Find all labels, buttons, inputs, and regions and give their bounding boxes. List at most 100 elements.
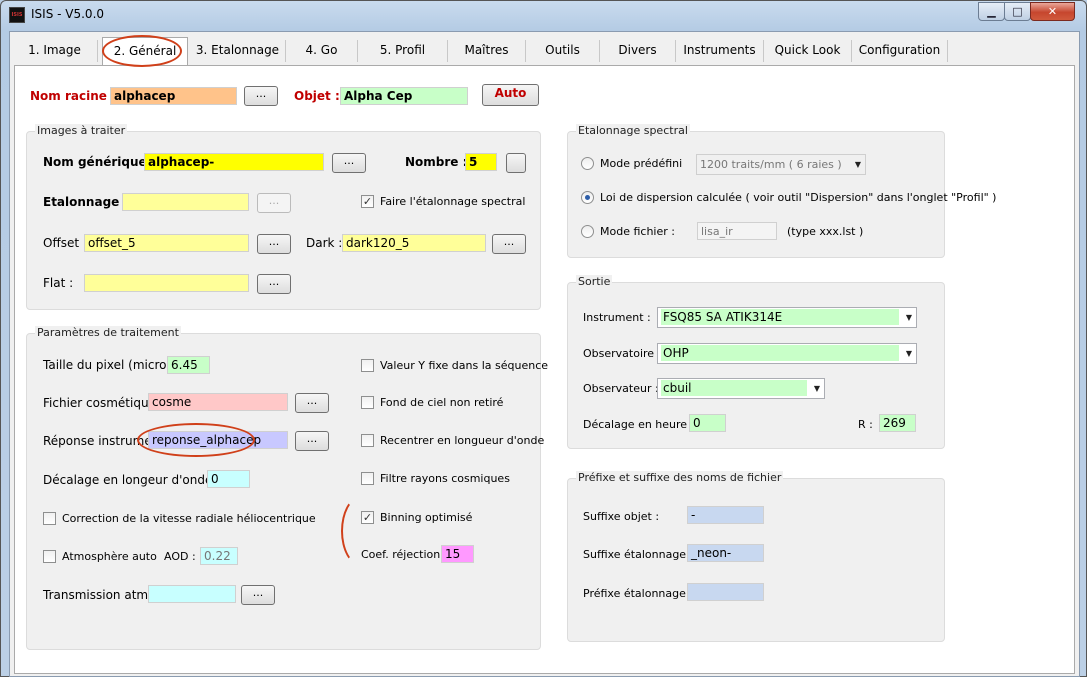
prefixe-etalonnage-label: Préfixe étalonnage : <box>583 587 694 600</box>
valeur-y-checkbox[interactable] <box>361 359 374 372</box>
type-hint-label: (type xxx.lst ) <box>787 225 864 238</box>
transmission-browse-button[interactable]: ... <box>241 585 275 605</box>
binning-label: Binning optimisé <box>380 511 473 524</box>
title-bar: ISIS ISIS - V5.0.0 ▁ □ ✕ <box>1 1 1086 29</box>
observateur-label: Observateur : <box>583 382 659 395</box>
tab-instruments[interactable]: Instruments <box>676 40 764 62</box>
decalage-heure-field[interactable]: 0 <box>689 414 726 432</box>
tab-quick-look[interactable]: Quick Look <box>764 40 852 62</box>
flat-label: Flat : <box>43 276 74 290</box>
fond-ciel-label: Fond de ciel non retiré <box>380 396 504 409</box>
observatoire-select[interactable]: OHP ▼ <box>657 343 917 364</box>
etalonnage-browse-button[interactable]: ... <box>257 193 291 213</box>
decalage-heure-label: Décalage en heure : <box>583 418 695 431</box>
observatoire-label: Observatoire : <box>583 347 662 360</box>
tab-profil[interactable]: 5. Profil <box>358 40 448 62</box>
nombre-button[interactable] <box>506 153 526 173</box>
general-tab-panel: Nom racine : alphacep ... Objet : Alpha … <box>14 65 1075 674</box>
dark-browse-button[interactable]: ... <box>492 234 526 254</box>
faire-etalonnage-label: Faire l'étalonnage spectral <box>380 195 526 208</box>
observatoire-value: OHP <box>661 345 899 361</box>
tab-outils[interactable]: Outils <box>526 40 600 62</box>
mode-fichier-radio[interactable] <box>581 225 594 238</box>
transmission-field[interactable] <box>148 585 236 603</box>
etalonnage-spectral-title: Etalonnage spectral <box>576 124 690 137</box>
tab-etalonnage[interactable]: 3. Etalonnage <box>190 40 286 62</box>
recentrer-checkbox[interactable] <box>361 434 374 447</box>
params-group-title: Paramètres de traitement <box>35 326 181 339</box>
tab-image[interactable]: 1. Image <box>12 40 98 62</box>
loi-dispersion-radio[interactable] <box>581 191 594 204</box>
app-window: ISIS ISIS - V5.0.0 ▁ □ ✕ 1. Image 2. Gén… <box>0 0 1087 677</box>
fond-ciel-checkbox[interactable] <box>361 396 374 409</box>
r-label: R : <box>858 418 873 431</box>
filtre-cosmiques-label: Filtre rayons cosmiques <box>380 472 510 485</box>
mode-predefini-label: Mode prédéfini <box>600 157 683 170</box>
cosmetique-label: Fichier cosmétique : <box>43 396 164 410</box>
atmosphere-checkbox[interactable] <box>43 550 56 563</box>
pixel-size-field[interactable]: 6.45 <box>167 356 210 374</box>
cosmetique-field[interactable]: cosme <box>148 393 288 411</box>
reponse-browse-button[interactable]: ... <box>295 431 329 451</box>
minimize-button[interactable]: ▁ <box>978 2 1005 21</box>
r-field[interactable]: 269 <box>879 414 916 432</box>
dark-label: Dark : <box>306 236 343 250</box>
objet-field[interactable]: Alpha Cep <box>340 87 468 105</box>
flat-field[interactable] <box>84 274 249 292</box>
mode-fichier-field[interactable]: lisa_ir <box>697 222 777 240</box>
suffixe-etalonnage-label: Suffixe étalonnage : <box>583 548 694 561</box>
sortie-group: Sortie Instrument : FSQ85 SA ATIK314E ▼ … <box>567 275 945 449</box>
params-group: Paramètres de traitement Taille du pixel… <box>26 326 548 650</box>
offset-label: Offset : <box>43 236 87 250</box>
auto-button[interactable]: Auto <box>482 84 539 106</box>
nom-racine-label: Nom racine : <box>30 89 116 103</box>
tab-divers[interactable]: Divers <box>600 40 676 62</box>
prefixe-suffixe-group: Préfixe et suffixe des noms de fichier S… <box>567 471 945 642</box>
coef-rejection-field[interactable]: 15 <box>441 545 474 563</box>
nombre-field[interactable]: 5 <box>465 153 497 171</box>
close-button[interactable]: ✕ <box>1030 2 1075 21</box>
maximize-button[interactable]: □ <box>1004 2 1031 21</box>
decalage-onde-field[interactable]: 0 <box>207 470 250 488</box>
offset-browse-button[interactable]: ... <box>257 234 291 254</box>
filtre-cosmiques-checkbox[interactable] <box>361 472 374 485</box>
prefixe-etalonnage-field[interactable] <box>687 583 764 601</box>
mode-predefini-select[interactable]: 1200 traits/mm ( 6 raies ) ▼ <box>696 154 866 175</box>
window-title: ISIS - V5.0.0 <box>31 7 105 21</box>
sortie-title: Sortie <box>576 275 613 288</box>
cosmetique-browse-button[interactable]: ... <box>295 393 329 413</box>
nombre-label: Nombre : <box>405 155 468 169</box>
tab-go[interactable]: 4. Go <box>286 40 358 62</box>
etalonnage-field[interactable] <box>122 193 249 211</box>
mode-predefini-radio[interactable] <box>581 157 594 170</box>
faire-etalonnage-checkbox[interactable]: ✓ <box>361 195 374 208</box>
images-group-title: Images à traiter <box>35 124 128 137</box>
instrument-select[interactable]: FSQ85 SA ATIK314E ▼ <box>657 307 917 328</box>
etalonnage-spectral-group: Etalonnage spectral Mode prédéfini 1200 … <box>567 124 996 258</box>
prefixe-suffixe-title: Préfixe et suffixe des noms de fichier <box>576 471 784 484</box>
offset-field[interactable]: offset_5 <box>84 234 249 252</box>
suffixe-etalonnage-field[interactable]: _neon- <box>687 544 764 562</box>
suffixe-objet-label: Suffixe objet : <box>583 510 660 523</box>
correction-checkbox[interactable] <box>43 512 56 525</box>
nom-racine-browse-button[interactable]: ... <box>244 86 278 106</box>
atmosphere-label: Atmosphère auto <box>62 550 157 563</box>
tab-configuration[interactable]: Configuration <box>852 40 948 62</box>
aod-field[interactable]: 0.22 <box>200 547 238 565</box>
nom-generique-browse-button[interactable]: ... <box>332 153 366 173</box>
etalonnage-label: Etalonnage : <box>43 195 129 209</box>
instrument-label: Instrument : <box>583 311 651 324</box>
chevron-down-icon: ▼ <box>854 160 861 169</box>
nom-generique-field[interactable]: alphacep- <box>144 153 324 171</box>
suffixe-objet-field[interactable]: - <box>687 506 764 524</box>
chevron-down-icon: ▼ <box>905 349 912 358</box>
tab-maitres[interactable]: Maîtres <box>448 40 526 62</box>
loi-dispersion-label: Loi de dispersion calculée ( voir outil … <box>600 191 997 204</box>
annotation-arc-binning <box>341 496 381 566</box>
flat-browse-button[interactable]: ... <box>257 274 291 294</box>
aod-label: AOD : <box>164 550 196 563</box>
observateur-select[interactable]: cbuil ▼ <box>657 378 825 399</box>
nom-racine-field[interactable]: alphacep <box>110 87 237 105</box>
objet-label: Objet : <box>294 89 340 103</box>
dark-field[interactable]: dark120_5 <box>342 234 486 252</box>
